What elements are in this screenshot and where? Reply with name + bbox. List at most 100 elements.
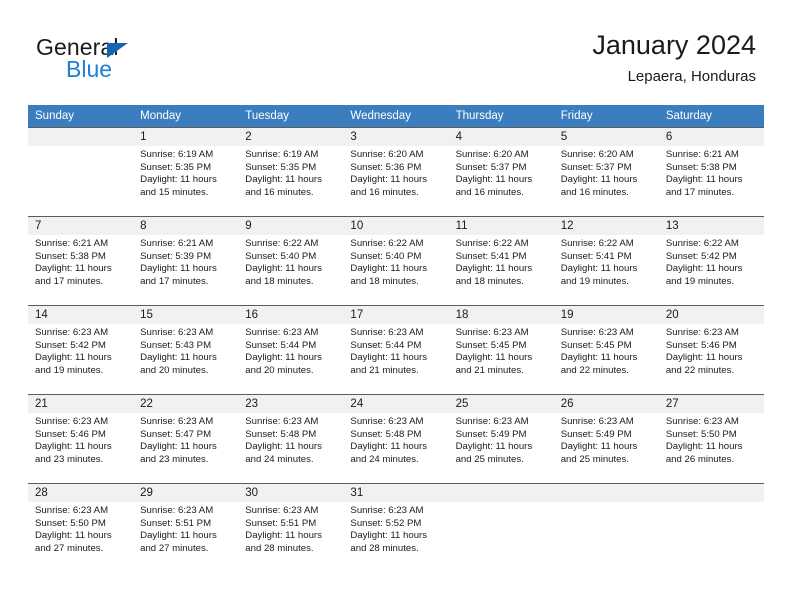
day-cell-details xyxy=(659,502,764,505)
sunset-text: Sunset: 5:45 PM xyxy=(560,339,632,351)
day-cell-inner: 27 Sunrise: 6:23 AM Sunset: 5:50 PM Dayligh… xyxy=(658,395,764,483)
calendar-week-row: 1 Sunrise: 6:19 AM Sunset: 5:35 PM Daylight… xyxy=(28,127,764,217)
day-number: 27 xyxy=(658,395,764,413)
calendar-day-cell[interactable]: 1 Sunrise: 6:19 AM Sunset: 5:35 PM Daylight… xyxy=(133,127,239,217)
sunrise-text: Sunrise: 6:22 AM xyxy=(455,238,529,249)
calendar-day-cell[interactable]: 19 Sunrise: 6:23 AM Sunset: 5:45 PM Dayligh… xyxy=(553,305,659,395)
day-cell-inner: 29 Sunrise: 6:23 AM Sunset: 5:51 PM Dayligh… xyxy=(133,484,239,572)
calendar-day-cell[interactable]: 5 Sunrise: 6:20 AM Sunset: 5:37 PM Daylight… xyxy=(553,127,659,217)
day-cell-details: Sunrise: 6:19 AM Sunset: 5:35 PM Daylight:… xyxy=(133,146,238,199)
calendar-day-cell[interactable]: 13 Sunrise: 6:22 AM Sunset: 5:42 PM Dayligh… xyxy=(658,216,764,306)
calendar-day-cell[interactable]: 2 Sunrise: 6:19 AM Sunset: 5:35 PM Daylight… xyxy=(238,127,344,217)
calendar-day-cell[interactable]: 27 Sunrise: 6:23 AM Sunset: 5:50 PM Dayligh… xyxy=(658,394,764,484)
calendar-day-cell[interactable]: 23 Sunrise: 6:23 AM Sunset: 5:48 PM Dayligh… xyxy=(238,394,344,484)
weekday-header-tuesday: Tuesday xyxy=(238,105,344,128)
daylight-text: Daylight: 11 hours and 27 minutes. xyxy=(35,530,112,554)
calendar-day-cell[interactable]: 24 Sunrise: 6:23 AM Sunset: 5:48 PM Dayligh… xyxy=(343,394,449,484)
sunset-text: Sunset: 5:37 PM xyxy=(560,161,632,173)
daylight-text: Daylight: 11 hours and 17 minutes. xyxy=(35,263,112,287)
daylight-text: Daylight: 11 hours and 24 minutes. xyxy=(350,441,428,465)
sunrise-text: Sunrise: 6:23 AM xyxy=(140,505,214,516)
calendar-day-cell[interactable]: 9 Sunrise: 6:22 AM Sunset: 5:40 PM Daylight… xyxy=(238,216,344,306)
sunset-text: Sunset: 5:51 PM xyxy=(140,517,212,529)
daylight-text: Daylight: 11 hours and 22 minutes. xyxy=(665,352,743,376)
daylight-text: Daylight: 11 hours and 28 minutes. xyxy=(245,530,322,554)
calendar-day-cell[interactable]: 8 Sunrise: 6:21 AM Sunset: 5:39 PM Daylight… xyxy=(133,216,239,306)
calendar-day-cell-empty xyxy=(658,483,764,572)
sunrise-text: Sunrise: 6:23 AM xyxy=(245,416,319,427)
day-cell-inner: 6 Sunrise: 6:21 AM Sunset: 5:38 PM Daylight… xyxy=(658,128,764,216)
day-cell-inner: 7 Sunrise: 6:21 AM Sunset: 5:38 PM Daylight… xyxy=(28,217,134,305)
calendar-day-cell[interactable]: 26 Sunrise: 6:23 AM Sunset: 5:49 PM Dayligh… xyxy=(553,394,659,484)
sunrise-text: Sunrise: 6:23 AM xyxy=(560,416,634,427)
sunset-text: Sunset: 5:50 PM xyxy=(665,428,737,440)
calendar-day-cell[interactable]: 29 Sunrise: 6:23 AM Sunset: 5:51 PM Dayligh… xyxy=(133,483,239,572)
day-cell-details: Sunrise: 6:23 AM Sunset: 5:52 PM Daylight:… xyxy=(343,502,448,555)
day-number xyxy=(658,484,764,502)
calendar-day-cell[interactable]: 7 Sunrise: 6:21 AM Sunset: 5:38 PM Daylight… xyxy=(28,216,134,306)
day-number: 31 xyxy=(343,484,449,502)
daylight-text: Daylight: 11 hours and 17 minutes. xyxy=(140,263,217,287)
day-cell-details xyxy=(554,502,659,505)
sunset-text: Sunset: 5:47 PM xyxy=(140,428,212,440)
daylight-text: Daylight: 11 hours and 23 minutes. xyxy=(35,441,112,465)
page-title: January 2024 xyxy=(592,30,756,60)
sunrise-text: Sunrise: 6:23 AM xyxy=(140,416,214,427)
calendar-day-cell[interactable]: 17 Sunrise: 6:23 AM Sunset: 5:44 PM Dayligh… xyxy=(343,305,449,395)
daylight-text: Daylight: 11 hours and 18 minutes. xyxy=(455,263,533,287)
calendar-day-cell[interactable]: 28 Sunrise: 6:23 AM Sunset: 5:50 PM Dayligh… xyxy=(28,483,134,572)
calendar-day-cell[interactable]: 15 Sunrise: 6:23 AM Sunset: 5:43 PM Dayligh… xyxy=(133,305,239,395)
day-cell-details: Sunrise: 6:23 AM Sunset: 5:44 PM Daylight:… xyxy=(343,324,448,377)
sunset-text: Sunset: 5:35 PM xyxy=(245,161,317,173)
calendar-page: General Blue January 2024 Lepaera, Hondu… xyxy=(0,0,792,612)
day-cell-inner: 20 Sunrise: 6:23 AM Sunset: 5:46 PM Dayligh… xyxy=(658,306,764,394)
sunset-text: Sunset: 5:40 PM xyxy=(350,250,422,262)
day-cell-details: Sunrise: 6:21 AM Sunset: 5:38 PM Daylight:… xyxy=(28,235,133,288)
calendar-day-cell[interactable]: 10 Sunrise: 6:22 AM Sunset: 5:40 PM Dayligh… xyxy=(343,216,449,306)
day-cell-inner: 5 Sunrise: 6:20 AM Sunset: 5:37 PM Daylight… xyxy=(553,128,659,216)
daylight-text: Daylight: 11 hours and 16 minutes. xyxy=(560,174,638,198)
calendar-day-cell[interactable]: 25 Sunrise: 6:23 AM Sunset: 5:49 PM Dayligh… xyxy=(448,394,554,484)
calendar-day-cell[interactable]: 20 Sunrise: 6:23 AM Sunset: 5:46 PM Dayligh… xyxy=(658,305,764,395)
sunset-text: Sunset: 5:51 PM xyxy=(245,517,317,529)
day-number: 23 xyxy=(238,395,344,413)
calendar-day-cell[interactable]: 16 Sunrise: 6:23 AM Sunset: 5:44 PM Dayligh… xyxy=(238,305,344,395)
daylight-text: Daylight: 11 hours and 15 minutes. xyxy=(140,174,217,198)
day-number: 24 xyxy=(343,395,449,413)
calendar-day-cell[interactable]: 12 Sunrise: 6:22 AM Sunset: 5:41 PM Dayligh… xyxy=(553,216,659,306)
logo-word-blue: Blue xyxy=(66,56,113,82)
daylight-text: Daylight: 11 hours and 25 minutes. xyxy=(455,441,533,465)
sunset-text: Sunset: 5:44 PM xyxy=(350,339,422,351)
day-number: 29 xyxy=(133,484,239,502)
daylight-text: Daylight: 11 hours and 28 minutes. xyxy=(350,530,428,554)
day-cell-inner: 16 Sunrise: 6:23 AM Sunset: 5:44 PM Dayligh… xyxy=(238,306,344,394)
calendar-day-cell[interactable]: 31 Sunrise: 6:23 AM Sunset: 5:52 PM Dayligh… xyxy=(343,483,449,572)
day-cell-inner: 26 Sunrise: 6:23 AM Sunset: 5:49 PM Dayligh… xyxy=(553,395,659,483)
sunset-text: Sunset: 5:43 PM xyxy=(140,339,212,351)
general-blue-logo[interactable]: General Blue xyxy=(36,34,296,94)
day-cell-details: Sunrise: 6:21 AM Sunset: 5:39 PM Daylight:… xyxy=(133,235,238,288)
calendar-day-cell[interactable]: 18 Sunrise: 6:23 AM Sunset: 5:45 PM Dayligh… xyxy=(448,305,554,395)
day-cell-details: Sunrise: 6:23 AM Sunset: 5:47 PM Daylight:… xyxy=(133,413,238,466)
sunset-text: Sunset: 5:48 PM xyxy=(350,428,422,440)
calendar-day-cell[interactable]: 3 Sunrise: 6:20 AM Sunset: 5:36 PM Daylight… xyxy=(343,127,449,217)
day-number: 11 xyxy=(448,217,554,235)
calendar-day-cell[interactable]: 22 Sunrise: 6:23 AM Sunset: 5:47 PM Dayligh… xyxy=(133,394,239,484)
calendar-day-cell[interactable]: 14 Sunrise: 6:23 AM Sunset: 5:42 PM Dayligh… xyxy=(28,305,134,395)
day-number: 12 xyxy=(553,217,659,235)
sunrise-text: Sunrise: 6:20 AM xyxy=(560,149,634,160)
day-cell-details: Sunrise: 6:23 AM Sunset: 5:48 PM Daylight:… xyxy=(238,413,343,466)
sunset-text: Sunset: 5:48 PM xyxy=(245,428,317,440)
day-cell-inner: 13 Sunrise: 6:22 AM Sunset: 5:42 PM Dayligh… xyxy=(658,217,764,305)
day-number: 3 xyxy=(343,128,449,146)
daylight-text: Daylight: 11 hours and 17 minutes. xyxy=(665,174,743,198)
sunrise-text: Sunrise: 6:20 AM xyxy=(455,149,529,160)
calendar-day-cell[interactable]: 21 Sunrise: 6:23 AM Sunset: 5:46 PM Dayligh… xyxy=(28,394,134,484)
calendar-day-cell[interactable]: 4 Sunrise: 6:20 AM Sunset: 5:37 PM Daylight… xyxy=(448,127,554,217)
calendar-day-cell[interactable]: 30 Sunrise: 6:23 AM Sunset: 5:51 PM Dayligh… xyxy=(238,483,344,572)
day-number: 15 xyxy=(133,306,239,324)
calendar-day-cell[interactable]: 11 Sunrise: 6:22 AM Sunset: 5:41 PM Dayligh… xyxy=(448,216,554,306)
daylight-text: Daylight: 11 hours and 23 minutes. xyxy=(140,441,217,465)
day-cell-inner: 10 Sunrise: 6:22 AM Sunset: 5:40 PM Dayligh… xyxy=(343,217,449,305)
calendar-day-cell[interactable]: 6 Sunrise: 6:21 AM Sunset: 5:38 PM Daylight… xyxy=(658,127,764,217)
